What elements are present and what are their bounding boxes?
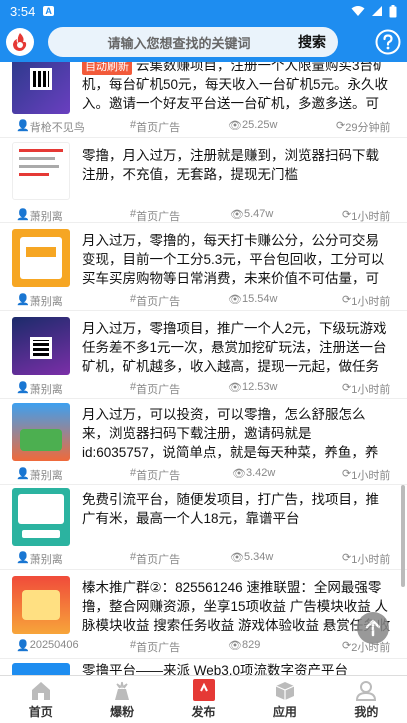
home-icon: [31, 682, 50, 700]
post-meta: 👤 萧别离 # 首页广告 👁 5.34w ⟳ 1小时前: [0, 549, 407, 567]
notification-a-icon: A: [43, 6, 54, 16]
category: # 首页广告: [130, 381, 181, 396]
category: # 首页广告: [130, 119, 181, 134]
search-bar[interactable]: 请输入您想查找的关键词 搜索: [48, 27, 338, 57]
post-thumbnail: [12, 663, 70, 675]
post-thumbnail: [12, 317, 70, 375]
post-text[interactable]: 榛木推广群②：825561246 速推联盟：全网最强零撸，整合网赚资源，坐享15…: [82, 578, 391, 635]
bottom-tab-bar: 首页 爆粉 发布 应用 我的: [0, 675, 407, 723]
divider: [0, 222, 407, 223]
time: ⟳ 2小时前: [342, 639, 391, 654]
views: 👁 15.54w: [228, 292, 278, 306]
views: 👁 829: [228, 638, 261, 652]
tab-apps-label: 应用: [272, 705, 297, 719]
back-to-top-button[interactable]: [357, 612, 389, 644]
views: 👁 3.42w: [232, 466, 276, 480]
list-item[interactable]: 自动刷新 云集数赚项目，注册一个人限量购买3台矿机，每台矿机50元，每天收入一台矿…: [0, 62, 407, 137]
list-item[interactable]: 零撸平台——来派 Web3.0项流数字资产平台: [0, 663, 407, 675]
post-meta: 👤 背枪不见鸟 # 首页广告 👁 25.25w ⟳ 29分钟前: [0, 117, 407, 135]
divider: [0, 569, 407, 570]
category: # 首页广告: [130, 551, 181, 566]
publish-icon: [192, 679, 215, 701]
list-item[interactable]: 月入过万，零撸项目，推广一个人2元，下级玩游戏任务差不多1元一次，悬赏加挖矿玩法…: [0, 317, 407, 397]
wifi-icon: [351, 6, 365, 16]
author: 👤 20250406: [16, 638, 79, 652]
post-meta: 👤 萧别离 # 首页广告 👁 15.54w ⟳ 1小时前: [0, 291, 407, 309]
burst-icon: [115, 681, 130, 700]
search-input[interactable]: 请输入您想查找的关键词: [60, 33, 298, 52]
post-meta: 👤 萧别离 # 首页广告 👁 12.53w ⟳ 1小时前: [0, 379, 407, 397]
time: ⟳ 1小时前: [342, 293, 391, 308]
app-header: 请输入您想查找的关键词 搜索: [0, 22, 407, 62]
time: ⟳ 1小时前: [342, 551, 391, 566]
post-text[interactable]: 月入过万，可以投资，可以零撸，怎么舒服怎么来，浏览器扫码下载注册，邀请码就是id…: [82, 405, 391, 462]
status-bar: 3:54 A: [0, 0, 407, 22]
tab-profile-label: 我的: [354, 705, 379, 719]
profile-icon: [356, 681, 377, 701]
post-text[interactable]: 免费引流平台，随便发项目，打广告，找项目，推广有米，最高一个人18元，靠谱平台: [82, 490, 391, 528]
tab-profile[interactable]: 我的: [326, 676, 407, 723]
post-thumbnail: [12, 62, 70, 114]
views: 👁 5.47w: [230, 207, 274, 221]
status-time: 3:54: [10, 3, 36, 19]
list-item[interactable]: 零撸，月入过万，注册就是赚到，浏览器扫码下载注册，不充值，无套路，提现无门槛 👤…: [0, 142, 407, 224]
tab-home-label: 首页: [28, 705, 53, 719]
search-button[interactable]: 搜索: [298, 32, 326, 52]
time: ⟳ 1小时前: [342, 208, 391, 223]
post-meta: 👤 萧别离 # 首页广告 👁 5.47w ⟳ 1小时前: [0, 206, 407, 224]
battery-icon: [389, 4, 397, 17]
views: 👁 12.53w: [228, 380, 278, 394]
author: 👤 萧别离: [16, 208, 63, 223]
auto-refresh-tag: 自动刷新: [82, 62, 132, 75]
tab-burst-label: 爆粉: [110, 705, 135, 719]
time: ⟳ 1小时前: [342, 467, 391, 482]
post-meta: 👤 萧别离 # 首页广告 👁 3.42w ⟳ 1小时前: [0, 465, 407, 483]
list-item[interactable]: 榛木推广群②：825561246 速推联盟：全网最强零撸，整合网赚资源，坐享15…: [0, 576, 407, 658]
divider: [0, 310, 407, 311]
help-icon[interactable]: [375, 29, 401, 55]
author: 👤 萧别离: [16, 467, 63, 482]
category: # 首页广告: [130, 293, 181, 308]
list-item[interactable]: 免费引流平台，随便发项目，打广告，找项目，推广有米，最高一个人18元，靠谱平台 …: [0, 488, 407, 568]
apps-icon: [275, 682, 295, 700]
time: ⟳ 29分钟前: [336, 119, 391, 134]
author: 👤 萧别离: [16, 551, 63, 566]
tab-publish[interactable]: 发布: [163, 676, 244, 723]
tab-home[interactable]: 首页: [0, 676, 81, 723]
tab-publish-label: 发布: [191, 705, 216, 719]
post-feed[interactable]: 自动刷新 云集数赚项目，注册一个人限量购买3台矿机，每台矿机50元，每天收入一台矿…: [0, 62, 407, 675]
author: 👤 背枪不见鸟: [16, 119, 85, 134]
post-text[interactable]: 自动刷新 云集数赚项目，注册一个人限量购买3台矿机，每台矿机50元，每天收入一台矿…: [82, 62, 391, 113]
post-thumbnail: [12, 488, 70, 546]
views: 👁 25.25w: [228, 118, 278, 132]
author: 👤 萧别离: [16, 381, 63, 396]
list-item[interactable]: 月入过万，可以投资，可以零撸，怎么舒服怎么来，浏览器扫码下载注册，邀请码就是id…: [0, 403, 407, 483]
category: # 首页广告: [130, 639, 181, 654]
divider: [0, 398, 407, 399]
arrow-up-icon: [365, 619, 381, 637]
post-thumbnail: [12, 142, 70, 200]
list-item[interactable]: 月入过万，零撸的，每天打卡赚公分，公分可交易变现，目前一个工分5.3元，平台包回…: [0, 229, 407, 309]
tab-burst[interactable]: 爆粉: [81, 676, 162, 723]
author: 👤 萧别离: [16, 293, 63, 308]
post-thumbnail: [12, 229, 70, 287]
divider: [0, 137, 407, 138]
post-text[interactable]: 零撸平台——来派 Web3.0项流数字资产平台: [82, 663, 391, 675]
cellular-icon: [372, 6, 382, 16]
views: 👁 5.34w: [230, 550, 274, 564]
divider: [0, 484, 407, 485]
post-text[interactable]: 月入过万，零撸的，每天打卡赚公分，公分可交易变现，目前一个工分5.3元，平台包回…: [82, 231, 391, 288]
category: # 首页广告: [130, 467, 181, 482]
post-thumbnail: [12, 403, 70, 461]
time: ⟳ 1小时前: [342, 381, 391, 396]
post-meta: 👤 20250406 # 首页广告 👁 829 ⟳ 2小时前: [0, 637, 407, 655]
post-text[interactable]: 零撸，月入过万，注册就是赚到，浏览器扫码下载注册，不充值，无套路，提现无门槛: [82, 146, 391, 184]
category: # 首页广告: [130, 208, 181, 223]
post-text[interactable]: 月入过万，零撸项目，推广一个人2元，下级玩游戏任务差不多1元一次，悬赏加挖矿玩法…: [82, 319, 391, 376]
app-logo-icon[interactable]: [6, 28, 34, 56]
tab-apps[interactable]: 应用: [244, 676, 325, 723]
post-thumbnail: [12, 576, 70, 634]
divider: [0, 658, 407, 659]
scrollbar[interactable]: [401, 485, 405, 587]
